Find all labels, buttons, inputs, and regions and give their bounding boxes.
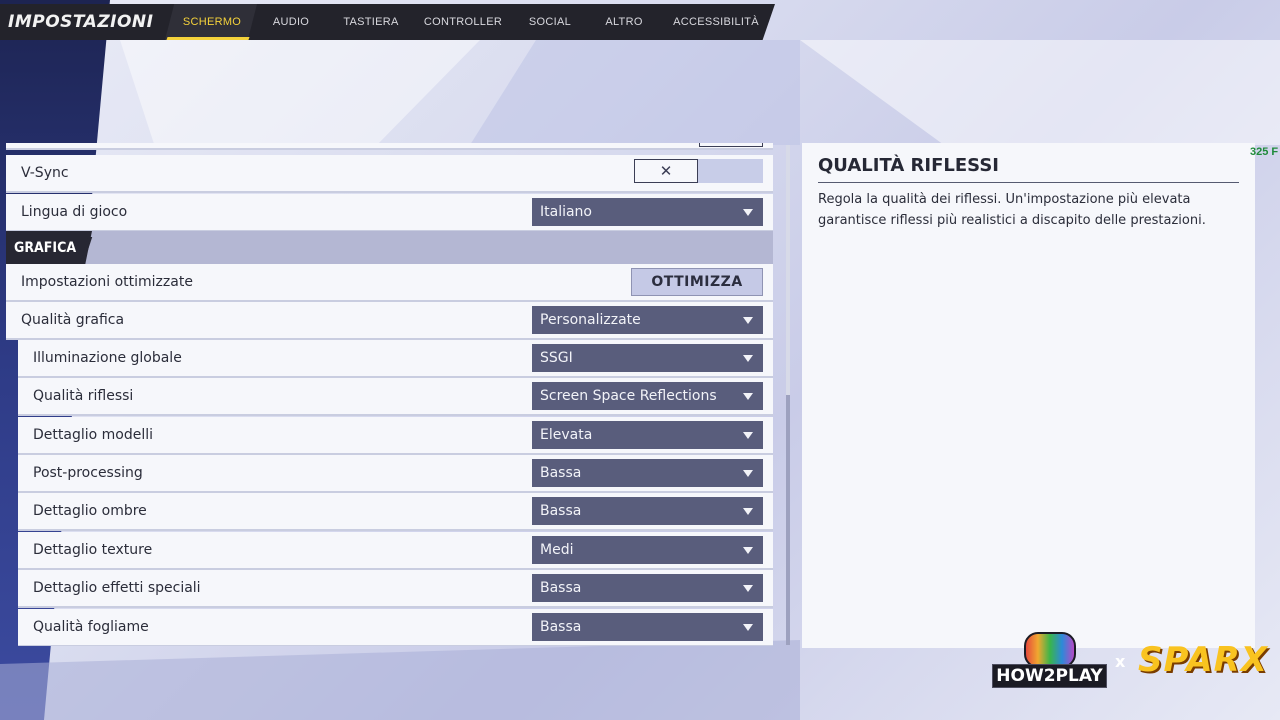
- setting-label: Dettaglio modelli: [33, 427, 154, 443]
- setting-row-model-detail[interactable]: Dettaglio modelli Elevata: [18, 417, 773, 455]
- partial-control: [699, 143, 763, 147]
- setting-row-vsync[interactable]: V-Sync ✕: [6, 155, 773, 193]
- chevron-down-icon: [743, 355, 753, 362]
- background-shard: [470, 40, 800, 145]
- setting-row-global-illumination[interactable]: Illuminazione globale SSGI: [18, 340, 773, 378]
- background-shard: [800, 40, 1280, 145]
- chevron-down-icon: [743, 432, 753, 439]
- dropdown-value: Medi: [540, 542, 574, 558]
- list-item-partial: [6, 143, 773, 150]
- post-processing-dropdown[interactable]: Bassa: [532, 459, 763, 487]
- setting-label: Lingua di gioco: [21, 204, 128, 220]
- dropdown-value: Italiano: [540, 204, 592, 220]
- divider: [818, 182, 1239, 183]
- settings-scrollbar[interactable]: [786, 145, 790, 645]
- chevron-down-icon: [743, 547, 753, 554]
- chevron-down-icon: [743, 317, 753, 324]
- logo-separator: x: [1115, 652, 1126, 671]
- settings-list[interactable]: V-Sync ✕ Lingua di gioco Italiano GRAFIC…: [6, 143, 774, 646]
- dropdown-value: Screen Space Reflections: [540, 388, 717, 404]
- description-text: Regola la qualità dei riflessi. Un'impos…: [818, 192, 1206, 228]
- setting-row-foliage-quality[interactable]: Qualità fogliame Bassa: [18, 609, 773, 646]
- description-title: QUALITÀ RIFLESSI: [818, 155, 999, 176]
- texture-detail-dropdown[interactable]: Medi: [532, 536, 763, 564]
- global-illumination-dropdown[interactable]: SSGI: [532, 344, 763, 372]
- setting-label: Illuminazione globale: [33, 350, 182, 366]
- sparx-logo: SPARX: [1138, 640, 1268, 680]
- setting-row-texture-detail[interactable]: Dettaglio texture Medi: [18, 532, 773, 570]
- dropdown-value: Elevata: [540, 427, 593, 443]
- setting-row-effects-detail[interactable]: Dettaglio effetti speciali Bassa: [18, 570, 773, 608]
- description-panel: QUALITÀ RIFLESSI Regola la qualità dei r…: [802, 143, 1255, 648]
- tab-social[interactable]: SOCIAL: [520, 4, 580, 40]
- fps-counter: 325 F: [1250, 146, 1279, 158]
- dropdown-value: Personalizzate: [540, 312, 641, 328]
- background-shard: [120, 40, 480, 150]
- setting-row-optimized[interactable]: Impostazioni ottimizzate OTTIMIZZA: [6, 264, 773, 302]
- dropdown-value: Bassa: [540, 503, 582, 519]
- shadow-detail-dropdown[interactable]: Bassa: [532, 497, 763, 525]
- setting-row-graphics-quality[interactable]: Qualità grafica Personalizzate: [6, 302, 773, 340]
- foliage-quality-dropdown[interactable]: Bassa: [532, 613, 763, 641]
- chevron-down-icon: [743, 508, 753, 515]
- page-title: IMPOSTAZIONI: [8, 12, 154, 32]
- section-header-graphics: GRAFICA: [6, 231, 773, 265]
- background-shard: [0, 640, 800, 720]
- setting-label: V-Sync: [21, 165, 69, 181]
- tab-schermo[interactable]: SCHERMO: [170, 4, 254, 40]
- setting-row-post-processing[interactable]: Post-processing Bassa: [18, 455, 773, 493]
- setting-label: Qualità grafica: [21, 312, 125, 328]
- chevron-down-icon: [743, 470, 753, 477]
- gamepad-icon: [1024, 632, 1076, 668]
- model-detail-dropdown[interactable]: Elevata: [532, 421, 763, 449]
- setting-label: Dettaglio effetti speciali: [33, 580, 201, 596]
- dropdown-value: SSGI: [540, 350, 573, 366]
- setting-row-reflections-quality[interactable]: Qualità riflessi Screen Space Reflection…: [18, 378, 773, 416]
- how2play-logo: HOW2PLAY: [992, 630, 1107, 690]
- tab-tastiera[interactable]: TASTIERA: [334, 4, 408, 40]
- reflections-quality-dropdown[interactable]: Screen Space Reflections: [532, 382, 763, 410]
- setting-label: Qualità fogliame: [33, 619, 149, 635]
- dropdown-value: Bassa: [540, 619, 582, 635]
- dropdown-value: Bassa: [540, 465, 582, 481]
- setting-row-shadow-detail[interactable]: Dettaglio ombre Bassa: [18, 493, 773, 531]
- chevron-down-icon: [743, 393, 753, 400]
- vsync-toggle[interactable]: ✕: [634, 159, 763, 183]
- setting-label: Dettaglio texture: [33, 542, 153, 558]
- dropdown-value: Bassa: [540, 580, 582, 596]
- tab-controller[interactable]: CONTROLLER: [420, 4, 506, 40]
- chevron-down-icon: [743, 585, 753, 592]
- setting-row-language[interactable]: Lingua di gioco Italiano: [6, 194, 773, 232]
- tab-audio[interactable]: AUDIO: [262, 4, 320, 40]
- setting-label: Impostazioni ottimizzate: [21, 274, 193, 290]
- close-icon: ✕: [634, 159, 698, 183]
- language-dropdown[interactable]: Italiano: [532, 198, 763, 226]
- setting-label: Qualità riflessi: [33, 388, 134, 404]
- graphics-quality-dropdown[interactable]: Personalizzate: [532, 306, 763, 334]
- setting-label: Dettaglio ombre: [33, 503, 147, 519]
- chevron-down-icon: [743, 624, 753, 631]
- effects-detail-dropdown[interactable]: Bassa: [532, 574, 763, 602]
- tab-accessibilita[interactable]: ACCESSIBILITÀ: [668, 4, 764, 40]
- setting-label: Post-processing: [33, 465, 143, 481]
- scrollbar-thumb[interactable]: [786, 395, 790, 645]
- optimize-button[interactable]: OTTIMIZZA: [631, 268, 763, 296]
- tab-altro[interactable]: ALTRO: [594, 4, 654, 40]
- section-title: GRAFICA: [14, 240, 77, 256]
- chevron-down-icon: [743, 209, 753, 216]
- how2play-logo-text: HOW2PLAY: [992, 664, 1107, 688]
